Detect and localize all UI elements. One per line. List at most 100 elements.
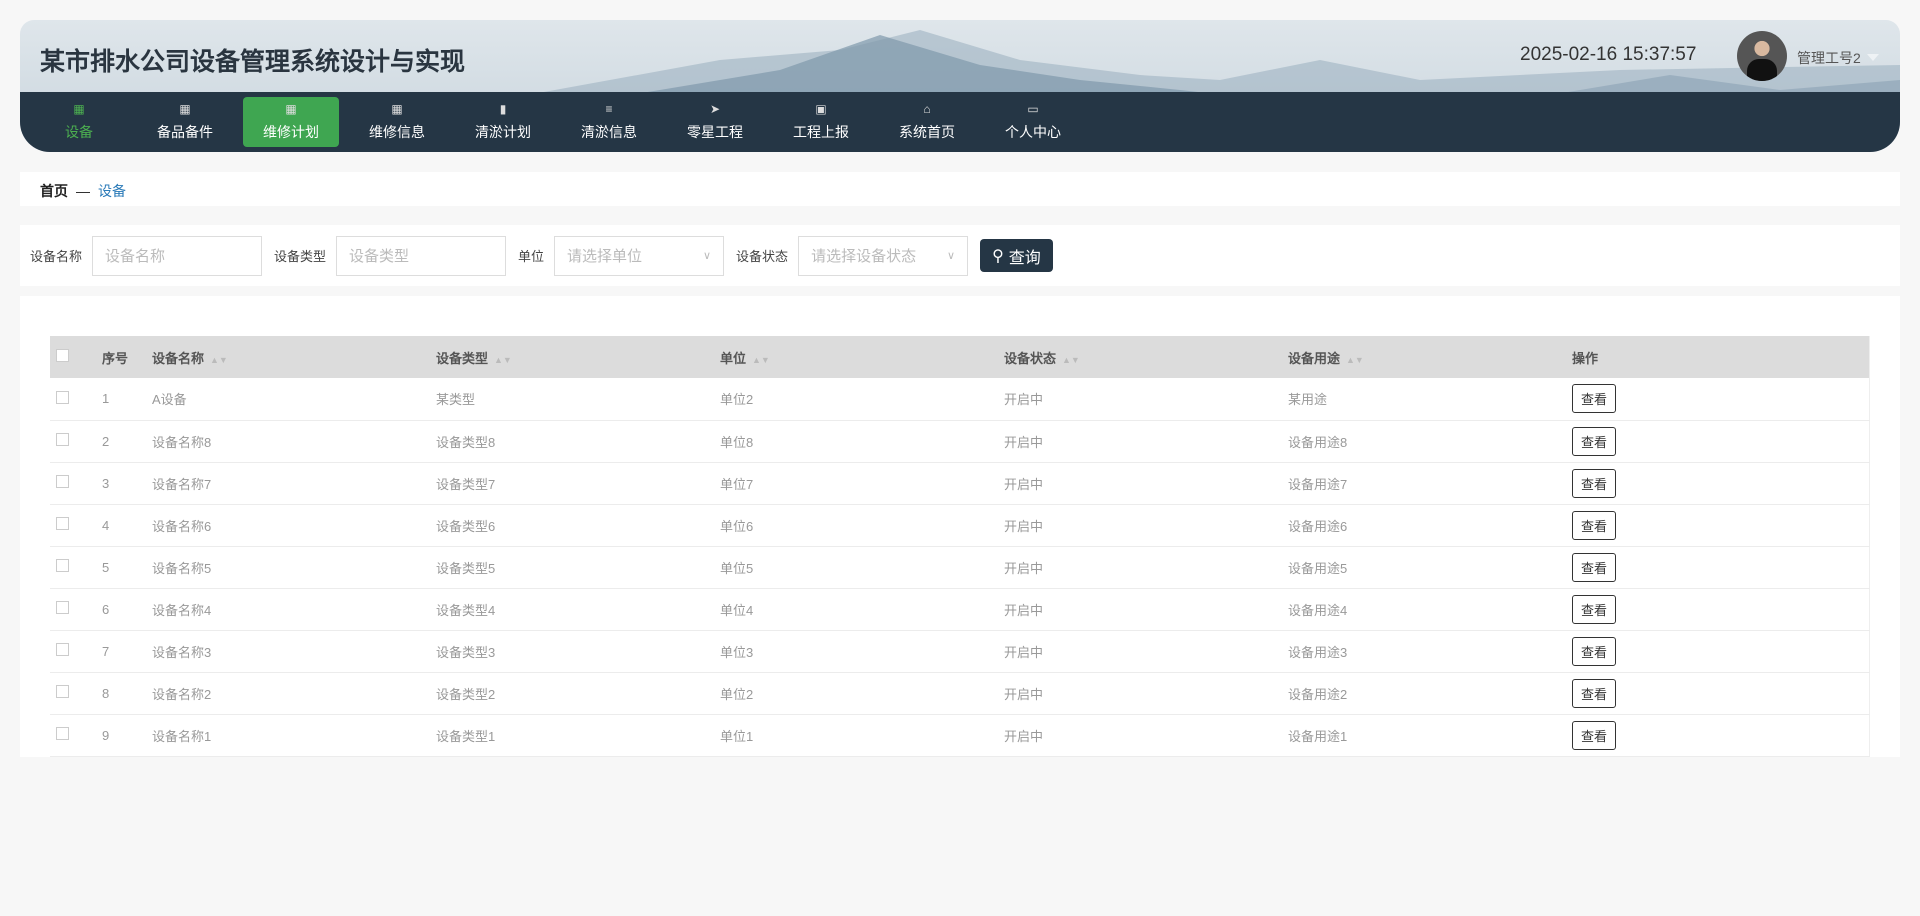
table-cell: 开启中 (1004, 588, 1288, 631)
row-checkbox[interactable] (56, 727, 69, 740)
table-cell: 设备名称6 (152, 504, 436, 547)
device-table: 序号 设备名称 ▲▼ 设备类型 ▲▼ 单位 ▲▼ 设备状态 ▲▼ 设备用途 ▲▼ 操作 1 A设备 某类型… (50, 336, 1870, 757)
row-checkbox[interactable] (56, 643, 69, 656)
table-cell: 设备名称3 (152, 630, 436, 673)
chevron-down-icon: ∨ (947, 250, 956, 262)
table-cell: 设备类型3 (436, 630, 720, 673)
table-cell: 8 (102, 672, 152, 715)
nav-item-3[interactable]: ▦ 维修信息 (349, 97, 445, 147)
table-cell: 2 (102, 420, 152, 463)
table-cell: 设备用途2 (1288, 672, 1572, 715)
table-cell: 设备用途7 (1288, 462, 1572, 505)
name-placeholder: 设备名称 (105, 248, 166, 265)
column-header: 序号 (102, 336, 152, 378)
query-button[interactable]: ⚲ 查询 (980, 239, 1053, 272)
nav-item-4[interactable]: ▮ 清淤计划 (455, 97, 551, 147)
nav-label: 设备 (65, 124, 93, 140)
row-checkbox[interactable] (56, 685, 69, 698)
nav-item-6[interactable]: ➤ 零星工程 (667, 97, 763, 147)
table-cell: 开启中 (1004, 546, 1288, 589)
table-cell: 4 (102, 504, 152, 547)
nav-item-2[interactable]: ▦ 维修计划 (243, 97, 339, 147)
view-button[interactable]: 查看 (1572, 678, 1617, 708)
table-row: 1 A设备 某类型 单位2 开启中 某用途 查看 (50, 378, 1870, 421)
table-cell: 单位5 (720, 546, 1004, 589)
unit-select[interactable]: 请选择单位 ∨ (554, 235, 725, 276)
app-title: 某市排水公司设备管理系统设计与实现 (40, 48, 466, 76)
breadcrumb-home[interactable]: 首页 (40, 183, 68, 199)
nav-item-8[interactable]: ⌂ 系统首页 (879, 97, 975, 147)
table-row: 6 设备名称4 设备类型4 单位4 开启中 设备用途4 查看 (50, 588, 1870, 631)
view-button[interactable]: 查看 (1572, 468, 1617, 498)
wallet-icon: ▭ (1027, 102, 1039, 116)
avatar[interactable] (1737, 31, 1787, 81)
row-checkbox[interactable] (56, 559, 69, 572)
name-input[interactable]: 设备名称 (92, 235, 263, 276)
table-cell: 设备用途3 (1288, 630, 1572, 673)
unit-label: 单位 (518, 249, 545, 264)
sort-icon[interactable]: ▲▼ (1346, 355, 1364, 365)
view-button[interactable]: 查看 (1572, 552, 1617, 582)
nav-item-9[interactable]: ▭ 个人中心 (985, 97, 1081, 147)
table-row: 2 设备名称8 设备类型8 单位8 开启中 设备用途8 查看 (50, 420, 1870, 463)
list-icon: ≡ (605, 102, 613, 116)
row-checkbox[interactable] (56, 517, 69, 530)
table-cell: 单位2 (720, 672, 1004, 715)
chevron-down-icon: ∨ (702, 250, 712, 262)
sort-icon[interactable]: ▲▼ (494, 355, 512, 365)
row-checkbox[interactable] (56, 390, 69, 404)
table-cell: 设备用途4 (1288, 588, 1572, 631)
column-header[interactable]: 单位 ▲▼ (720, 336, 1004, 378)
column-header[interactable]: 设备用途 ▲▼ (1288, 336, 1572, 378)
table-cell: 设备名称7 (152, 462, 436, 505)
table-cell: 开启中 (1004, 672, 1288, 715)
user-name[interactable]: 管理工号2 (1797, 48, 1861, 68)
table-cell: 开启中 (1004, 378, 1288, 421)
type-input[interactable]: 设备类型 (336, 235, 507, 276)
column-label: 操作 (1572, 350, 1599, 366)
caret-down-icon[interactable] (1867, 54, 1879, 61)
table-cell: A设备 (152, 378, 436, 421)
table-cell: 单位2 (720, 378, 1004, 421)
column-header[interactable]: 设备类型 ▲▼ (436, 336, 720, 378)
breadcrumb-separator: — (76, 183, 90, 199)
table-cell: 设备名称1 (152, 714, 436, 757)
grid-icon: ▦ (391, 102, 403, 116)
nav-item-5[interactable]: ≡ 清淤信息 (561, 97, 657, 147)
unit-placeholder: 请选择单位 (567, 248, 643, 265)
select-all-checkbox[interactable] (56, 349, 69, 362)
column-label: 设备状态 (1004, 350, 1057, 366)
row-checkbox[interactable] (56, 601, 69, 614)
header: 某市排水公司设备管理系统设计与实现 2025-02-16 15:37:57 管理… (20, 20, 1900, 152)
view-button[interactable]: 查看 (1572, 426, 1617, 456)
nav-item-7[interactable]: ▣ 工程上报 (773, 97, 869, 147)
table-cell: 单位4 (720, 588, 1004, 631)
grid-icon: ▦ (285, 102, 297, 116)
table-cell: 单位3 (720, 630, 1004, 673)
table-panel: 序号 设备名称 ▲▼ 设备类型 ▲▼ 单位 ▲▼ 设备状态 ▲▼ 设备用途 ▲▼ 操作 1 A设备 某类型… (20, 296, 1900, 757)
table-cell: 开启中 (1004, 714, 1288, 757)
row-checkbox[interactable] (56, 475, 69, 488)
row-checkbox[interactable] (56, 433, 69, 446)
sort-icon[interactable]: ▲▼ (1062, 355, 1080, 365)
view-button[interactable]: 查看 (1572, 594, 1617, 624)
table-cell: 设备用途1 (1288, 714, 1572, 757)
column-header[interactable]: 设备状态 ▲▼ (1004, 336, 1288, 378)
table-row: 9 设备名称1 设备类型1 单位1 开启中 设备用途1 查看 (50, 714, 1870, 757)
table-cell: 某类型 (436, 378, 720, 421)
nav-item-0[interactable]: ▦ 设备 (31, 97, 127, 147)
table-cell: 开启中 (1004, 630, 1288, 673)
nav-label: 维修信息 (369, 124, 425, 140)
view-button[interactable]: 查看 (1572, 720, 1617, 750)
view-button[interactable]: 查看 (1572, 510, 1617, 540)
sort-icon[interactable]: ▲▼ (752, 355, 770, 365)
table-cell: 6 (102, 588, 152, 631)
view-button[interactable]: 查看 (1572, 636, 1617, 666)
view-button[interactable]: 查看 (1572, 384, 1617, 414)
nav-item-1[interactable]: ▦ 备品备件 (137, 97, 233, 147)
column-header[interactable]: 设备名称 ▲▼ (152, 336, 436, 378)
sort-icon[interactable]: ▲▼ (210, 355, 228, 365)
status-select[interactable]: 请选择设备状态 ∨ (798, 235, 969, 276)
column-label: 序号 (102, 350, 129, 366)
table-row: 5 设备名称5 设备类型5 单位5 开启中 设备用途5 查看 (50, 546, 1870, 589)
